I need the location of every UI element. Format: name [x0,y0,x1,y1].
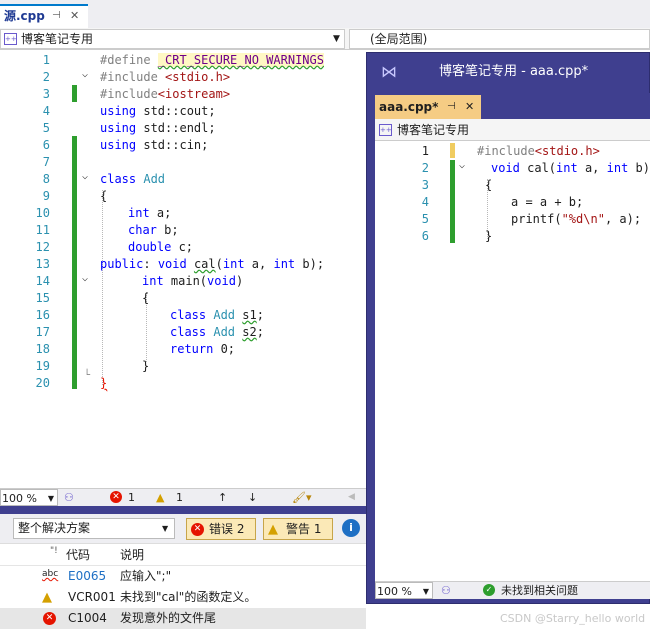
pin-icon[interactable]: ⊣ [447,95,456,119]
error-icon[interactable]: ✕ [110,491,122,503]
error-description: 应输入";" [120,569,172,583]
health-icon[interactable]: ⚇ [441,582,451,599]
scope-dropdown[interactable]: (全局范围) [349,29,650,49]
window-title: 博客笔记专用 - aaa.cpp* [439,64,589,79]
error-code: C1004 [68,611,107,625]
pin-icon[interactable]: ⊣ [52,6,61,26]
error-code: E0065 [68,569,107,583]
chevron-down-icon: ▼ [162,524,169,533]
error-list-panel: 整个解决方案 ▼ ✕ 错误 2 ▲ 警告 1 i "! 代码 说明 abc E0… [0,506,366,631]
zoom-dropdown[interactable]: 100 % ▼ [375,582,433,599]
column-header-code[interactable]: 代码 [66,544,90,566]
error-list-header: "! 代码 说明 [0,544,366,566]
chevron-down-icon: ▼ [333,34,340,44]
main-editor-statusbar: 100 % ▼ ⚇ ✕ 1 ▲ 1 ↑ ↓ 🖌▾ ◀ [0,488,366,506]
info-icon[interactable]: i [342,519,360,537]
line-number: 6 [421,229,429,243]
cleanup-brush-icon[interactable]: 🖌▾ [292,489,312,506]
window-titlebar[interactable]: ⋈ 博客笔记专用 - aaa.cpp* [367,53,650,91]
tab-label: 源.cpp [4,9,45,23]
error-row[interactable]: abc E0065 应输入";" [0,566,366,587]
zoom-value: 100 % [2,492,37,505]
health-icon[interactable]: ⚇ [64,489,74,506]
tab-source-cpp[interactable]: 源.cpp ⊣ ✕ [0,4,88,28]
error-count: 1 [128,491,135,504]
column-header-description[interactable]: 说明 [120,544,144,566]
next-issue-button[interactable]: ↓ [248,489,257,506]
tab-label: aaa.cpp* [379,100,439,114]
floating-project-value: 博客笔记专用 [397,123,470,137]
project-dropdown-value: 博客笔记专用 [21,32,94,46]
warning-icon[interactable]: ▲ [156,489,164,506]
main-code-editor[interactable]: ⌵ ⌵ ⌵ └ 1 #define _CRT_SECURE_NO_WARNINGS… [0,50,366,488]
warning-icon: ▲ [268,522,278,537]
sort-indicator-icon: "! [50,546,58,556]
error-description: 发现意外的文件尾 [120,611,217,625]
prev-issue-button[interactable]: ↑ [218,489,227,506]
project-icon: ++ [379,124,392,136]
close-icon[interactable]: ✕ [70,6,79,26]
errors-filter-label: 错误 2 [209,522,245,536]
error-row[interactable]: ✕ C1004 发现意外的文件尾 [0,608,366,629]
warnings-filter-button[interactable]: ▲ 警告 1 [263,518,333,540]
watermark: CSDN @Starry_hello world [500,612,646,625]
scope-filter-value: 整个解决方案 [18,521,91,535]
scope-filter-dropdown[interactable]: 整个解决方案 ▼ [13,518,175,539]
zoom-value: 100 % [377,585,412,598]
zoom-dropdown[interactable]: 100 % ▼ [0,489,58,506]
code-line: } [100,376,108,390]
warnings-filter-label: 警告 1 [286,522,322,536]
panel-divider [0,506,366,514]
project-dropdown[interactable]: ++ 博客笔记专用 ▼ [0,29,345,49]
close-icon[interactable]: ✕ [465,95,474,119]
error-icon: ✕ [43,612,56,625]
floating-code-editor[interactable]: ⌵ 1 #include<stdio.h> 2 void cal(int a, in… [375,141,650,581]
navigation-bar: ++ 博客笔记专用 ▼ (全局范围) [0,28,650,50]
floating-statusbar: 100 % ▼ ⚇ ✓ 未找到相关问题 [375,581,650,599]
scroll-left-icon[interactable]: ◀ [348,489,355,506]
main-tab-bar: 源.cpp ⊣ ✕ [0,0,650,28]
error-description: 未找到"cal"的函数定义。 [120,590,257,604]
warning-count: 1 [176,491,183,504]
error-code: VCR001 [68,590,116,604]
tab-aaa-cpp[interactable]: aaa.cpp* ⊣ ✕ [375,95,481,119]
ide-window: 源.cpp ⊣ ✕ ++ 博客笔记专用 ▼ (全局范围) ⌵ ⌵ ⌵ └ 1 #d… [0,0,650,631]
check-icon: ✓ [483,584,495,596]
errors-filter-button[interactable]: ✕ 错误 2 [186,518,256,540]
scope-dropdown-value: (全局范围) [370,32,428,46]
floating-tab-bar: aaa.cpp* ⊣ ✕ [375,93,650,119]
floating-editor-window: ⋈ 博客笔记专用 - aaa.cpp* aaa.cpp* ⊣ ✕ ++ 博客笔记… [366,52,650,604]
error-icon: ✕ [191,523,204,536]
spell-check-icon: abc [42,569,59,579]
floating-project-dropdown[interactable]: ++ 博客笔记专用 [375,119,650,141]
code-line: } [485,229,493,243]
warning-icon: ▲ [42,590,52,605]
visual-studio-logo-icon: ⋈ [381,62,397,81]
line-number: 20 [35,376,50,390]
error-row[interactable]: ▲ VCR001 未找到"cal"的函数定义。 [0,587,366,608]
no-issues-message: 未找到相关问题 [501,584,578,597]
project-icon: ++ [4,33,17,45]
